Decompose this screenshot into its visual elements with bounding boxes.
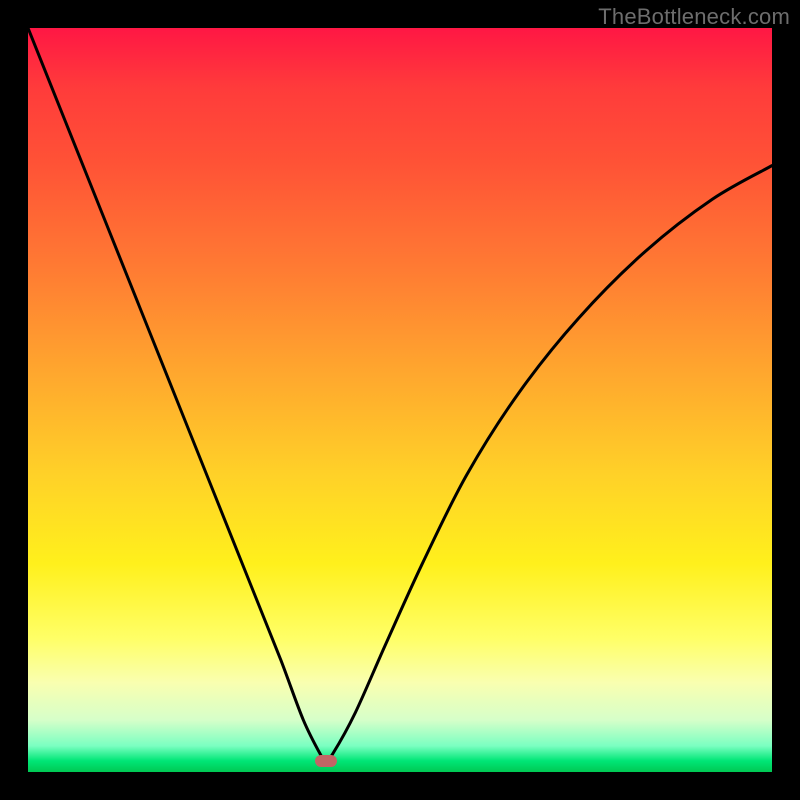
curve-layer — [28, 28, 772, 772]
plot-area — [28, 28, 772, 772]
chart-stage: TheBottleneck.com — [0, 0, 800, 800]
optimal-point-marker — [315, 755, 337, 767]
plot-frame — [28, 28, 772, 772]
bottleneck-curve — [28, 28, 772, 762]
watermark-label: TheBottleneck.com — [598, 4, 790, 30]
